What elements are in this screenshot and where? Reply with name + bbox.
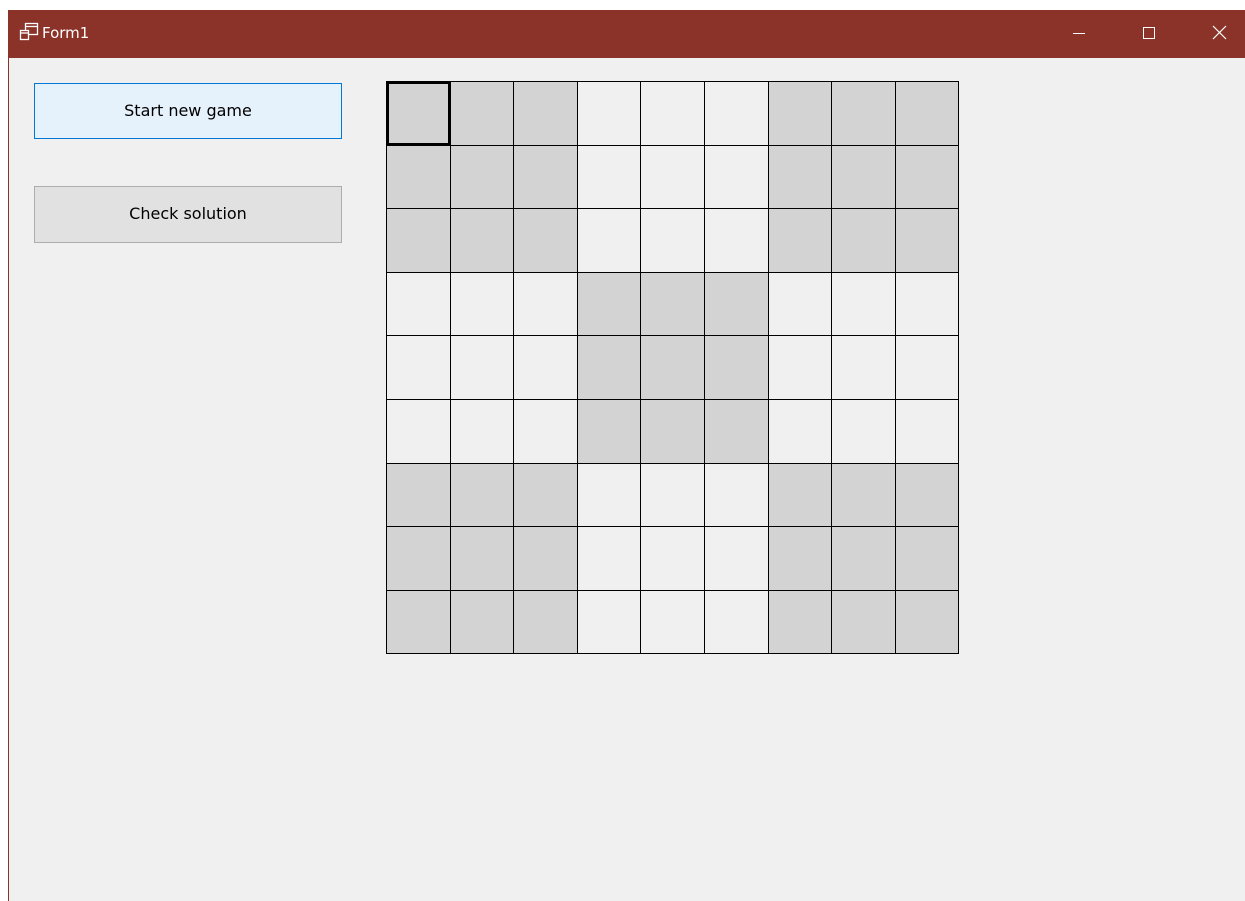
board-cell[interactable] <box>704 335 769 400</box>
minimize-button[interactable] <box>1055 10 1101 58</box>
window-title: Form1 <box>42 24 90 42</box>
board-cell[interactable] <box>704 208 769 273</box>
board-cell[interactable] <box>450 145 514 209</box>
board-cell[interactable] <box>513 335 578 400</box>
check-solution-button[interactable]: Check solution <box>34 186 342 243</box>
title-bar[interactable]: Form1 <box>9 10 1245 58</box>
board-cell[interactable] <box>386 272 451 336</box>
start-new-game-button[interactable]: Start new game <box>34 83 342 139</box>
board-cell[interactable] <box>640 272 705 336</box>
board-cell[interactable] <box>704 526 769 591</box>
board-cell[interactable] <box>704 463 769 527</box>
board-cell[interactable] <box>386 526 451 591</box>
board-cell[interactable] <box>450 335 514 400</box>
board-cell[interactable] <box>513 272 578 336</box>
board-cell[interactable] <box>895 145 959 209</box>
board-cell[interactable] <box>895 526 959 591</box>
board-cell[interactable] <box>577 272 641 336</box>
board-cell[interactable] <box>577 399 641 464</box>
board-cell[interactable] <box>768 463 832 527</box>
board-cell[interactable] <box>831 526 896 591</box>
board-cell[interactable] <box>704 399 769 464</box>
board-cell[interactable] <box>513 208 578 273</box>
board-cell[interactable] <box>768 272 832 336</box>
board-cell[interactable] <box>768 399 832 464</box>
board-cell[interactable] <box>895 463 959 527</box>
board-cell[interactable] <box>386 81 451 146</box>
board-cell[interactable] <box>577 463 641 527</box>
board-cell[interactable] <box>831 145 896 209</box>
board-cell[interactable] <box>450 272 514 336</box>
close-button[interactable] <box>1196 10 1242 58</box>
board-cell[interactable] <box>450 590 514 654</box>
board-cell[interactable] <box>895 81 959 146</box>
maximize-icon <box>1143 27 1155 39</box>
board-cell[interactable] <box>640 590 705 654</box>
board-cell[interactable] <box>831 463 896 527</box>
board-cell[interactable] <box>831 335 896 400</box>
board-cell[interactable] <box>895 272 959 336</box>
board-cell[interactable] <box>513 526 578 591</box>
board-cell[interactable] <box>704 590 769 654</box>
board-cell[interactable] <box>386 399 451 464</box>
board-cell[interactable] <box>513 399 578 464</box>
board-cell[interactable] <box>640 399 705 464</box>
board-cell[interactable] <box>450 526 514 591</box>
board-cell[interactable] <box>768 145 832 209</box>
board-cell[interactable] <box>704 272 769 336</box>
board-cell[interactable] <box>640 145 705 209</box>
board-cell[interactable] <box>513 590 578 654</box>
board-cell[interactable] <box>831 81 896 146</box>
board-cell[interactable] <box>831 272 896 336</box>
board-cell[interactable] <box>895 590 959 654</box>
board-cell[interactable] <box>386 335 451 400</box>
board-cell[interactable] <box>577 81 641 146</box>
board-cell[interactable] <box>513 81 578 146</box>
board-cell[interactable] <box>640 463 705 527</box>
board-cell[interactable] <box>386 208 451 273</box>
board-cell[interactable] <box>450 399 514 464</box>
maximize-button[interactable] <box>1126 10 1172 58</box>
window-app-icon <box>19 22 39 42</box>
board-cell[interactable] <box>386 145 451 209</box>
board-cell[interactable] <box>386 463 451 527</box>
board-cell[interactable] <box>895 399 959 464</box>
board-cell[interactable] <box>577 590 641 654</box>
close-icon <box>1212 25 1227 40</box>
board-cell[interactable] <box>831 399 896 464</box>
board-cell[interactable] <box>831 208 896 273</box>
sudoku-board <box>386 81 959 654</box>
board-cell[interactable] <box>513 145 578 209</box>
board-cell[interactable] <box>768 208 832 273</box>
board-cell[interactable] <box>895 335 959 400</box>
board-cell[interactable] <box>450 81 514 146</box>
board-cell[interactable] <box>450 208 514 273</box>
board-cell[interactable] <box>768 590 832 654</box>
board-cell[interactable] <box>640 208 705 273</box>
board-cell[interactable] <box>768 526 832 591</box>
main-window: Form1 Start new game Check solution <box>8 10 1245 901</box>
board-cell[interactable] <box>640 81 705 146</box>
board-cell[interactable] <box>768 81 832 146</box>
board-cell[interactable] <box>895 208 959 273</box>
board-cell[interactable] <box>640 526 705 591</box>
board-cell[interactable] <box>450 463 514 527</box>
minimize-icon <box>1073 33 1085 34</box>
board-cell[interactable] <box>577 526 641 591</box>
board-cell[interactable] <box>831 590 896 654</box>
board-cell[interactable] <box>386 590 451 654</box>
board-cell[interactable] <box>513 463 578 527</box>
board-cell[interactable] <box>768 335 832 400</box>
board-cell[interactable] <box>640 335 705 400</box>
board-cell[interactable] <box>577 335 641 400</box>
board-cell[interactable] <box>704 145 769 209</box>
board-cell[interactable] <box>577 145 641 209</box>
board-cell[interactable] <box>704 81 769 146</box>
board-cell[interactable] <box>577 208 641 273</box>
